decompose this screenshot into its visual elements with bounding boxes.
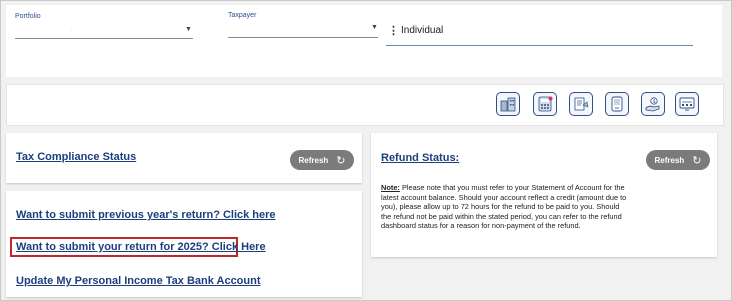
portfolio-select[interactable]: . . ▼ xyxy=(15,21,193,39)
handheld-device-icon[interactable] xyxy=(605,92,629,116)
refresh-label: Refresh xyxy=(654,155,685,165)
tax-compliance-card: Tax Compliance Status Refresh ↻ xyxy=(6,133,362,183)
quick-actions-bar: $ xyxy=(6,84,724,126)
portfolio-label: Portfolio xyxy=(15,13,41,20)
refund-note: Note: Please note that you must refer to… xyxy=(381,183,629,231)
buildings-icon[interactable] xyxy=(496,92,520,116)
portfolio-placeholder-dots: . . xyxy=(31,27,91,33)
taxpayer-label: Taxpayer xyxy=(228,12,257,19)
taxpayer-type: Individual xyxy=(401,25,444,36)
chevron-down-icon: ▼ xyxy=(185,26,192,33)
report-screen-icon[interactable] xyxy=(675,92,699,116)
compliance-refresh-button[interactable]: Refresh ↻ xyxy=(290,150,354,170)
update-bank-account-link[interactable]: Update My Personal Income Tax Bank Accou… xyxy=(16,275,261,287)
taxpayer-selector-bar: Portfolio . . ▼ Taxpayer ▼ ⋮ Individual xyxy=(6,5,722,77)
svg-text:$: $ xyxy=(653,99,656,105)
previous-year-return-link[interactable]: Want to submit previous year's return? C… xyxy=(16,209,276,221)
note-text: Please note that you must refer to your … xyxy=(381,183,627,231)
portfolio-underline xyxy=(15,38,193,39)
taxpayer-select[interactable]: ▼ xyxy=(228,20,378,38)
kebab-menu-icon[interactable]: ⋮ xyxy=(388,24,399,37)
chevron-down-icon: ▼ xyxy=(371,24,378,31)
refund-status-link[interactable]: Refund Status: xyxy=(381,152,459,164)
refund-status-card: Refund Status: Refresh ↻ Note: Please no… xyxy=(371,133,717,257)
refresh-label: Refresh xyxy=(298,155,329,165)
tax-compliance-status-link[interactable]: Tax Compliance Status xyxy=(16,151,136,163)
refresh-icon: ↻ xyxy=(692,154,702,167)
current-year-return-link[interactable]: Want to submit your return for 2025? Cli… xyxy=(16,241,266,253)
refund-refresh-button[interactable]: Refresh ↻ xyxy=(646,150,710,170)
refresh-icon: ↻ xyxy=(336,154,346,167)
note-label: Note: xyxy=(381,183,400,192)
document-scan-icon[interactable] xyxy=(569,92,593,116)
taxpayer-underline xyxy=(228,37,378,38)
calculator-icon[interactable] xyxy=(533,92,557,116)
taxpayer-type-underline xyxy=(386,45,693,46)
hand-money-icon[interactable]: $ xyxy=(641,92,665,116)
